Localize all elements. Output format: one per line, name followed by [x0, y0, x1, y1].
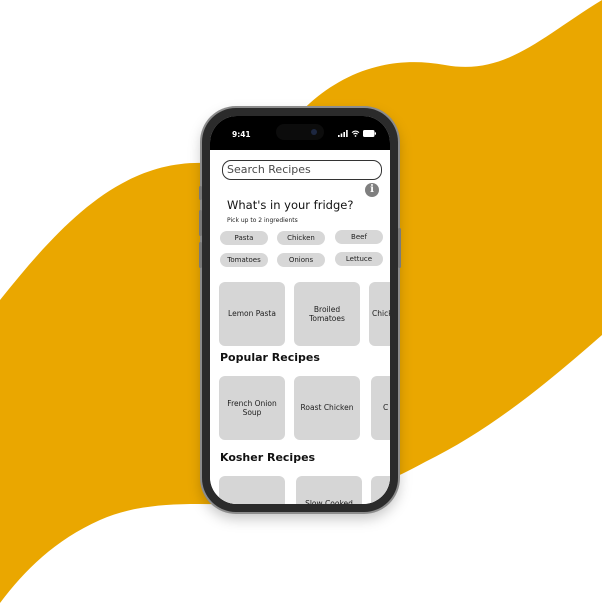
- battery-icon: [363, 130, 376, 137]
- section-title-popular: Popular Recipes: [220, 351, 320, 364]
- status-bar: 9:41: [210, 116, 390, 150]
- recipe-card[interactable]: Broiled Tomatoes: [294, 282, 360, 346]
- section-title-kosher: Kosher Recipes: [220, 451, 316, 464]
- app-content: Search Recipes i What's in your fridge? …: [210, 150, 390, 504]
- ingredient-chip-lettuce[interactable]: Lettuce: [335, 252, 383, 266]
- phone-volume-up: [199, 210, 202, 236]
- dynamic-island: [276, 124, 324, 140]
- recipe-card[interactable]: S: [371, 476, 390, 504]
- recipe-card[interactable]: Lemon Pasta: [219, 282, 285, 346]
- phone-mute-switch: [199, 186, 202, 200]
- recipe-card[interactable]: Slow Cooked Short Ribs: [296, 476, 362, 504]
- signal-icon: [338, 130, 348, 137]
- recipe-card[interactable]: Chick: [369, 282, 390, 346]
- recipe-card[interactable]: French Onion Soup: [219, 376, 285, 440]
- wifi-icon: [351, 130, 360, 137]
- ingredient-chip-tomatoes[interactable]: Tomatoes: [220, 253, 268, 267]
- phone-power-button: [398, 228, 401, 268]
- ingredient-chip-beef[interactable]: Beef: [335, 230, 383, 244]
- phone-screen: 9:41 Search Recipes i What's in your fri…: [210, 116, 390, 504]
- recipe-card[interactable]: Roast Chicken: [294, 376, 360, 440]
- info-icon[interactable]: i: [365, 183, 379, 197]
- phone-mockup: 9:41 Search Recipes i What's in your fri…: [199, 108, 401, 512]
- search-input[interactable]: Search Recipes: [222, 160, 382, 180]
- phone-volume-down: [199, 242, 202, 268]
- ingredient-chip-onions[interactable]: Onions: [277, 253, 325, 267]
- ingredient-chip-pasta[interactable]: Pasta: [220, 231, 268, 245]
- fridge-subtitle: Pick up to 2 ingredients: [227, 217, 298, 224]
- status-time: 9:41: [232, 130, 251, 139]
- recipe-card[interactable]: Lemon Pasta: [219, 476, 285, 504]
- camera-icon: [311, 129, 317, 135]
- status-icons: [338, 130, 376, 137]
- fridge-heading: What's in your fridge?: [227, 198, 354, 212]
- recipe-card[interactable]: C Po: [371, 376, 390, 440]
- ingredient-chip-chicken[interactable]: Chicken: [277, 231, 325, 245]
